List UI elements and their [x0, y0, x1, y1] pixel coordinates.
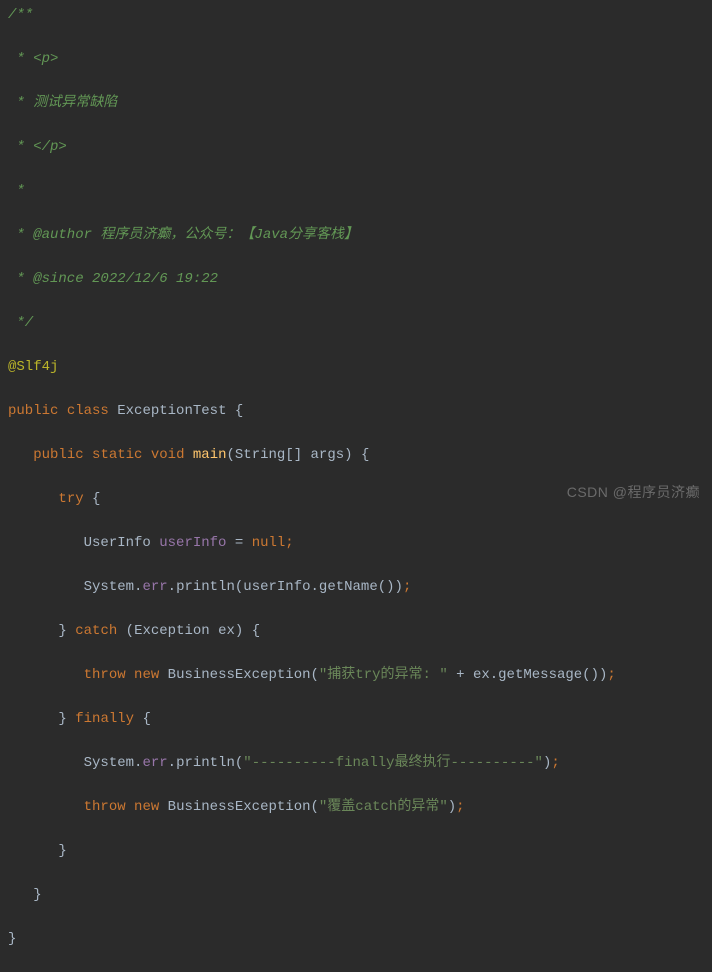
err-1: err: [142, 579, 167, 595]
ex-ref: ex: [473, 667, 490, 683]
annotation-slf4j: @Slf4j: [8, 359, 58, 375]
kw-null: null: [252, 535, 286, 551]
kw-try: try: [58, 491, 83, 507]
kw-catch: catch: [75, 623, 117, 639]
str-catch: "覆盖catch的异常": [319, 799, 448, 815]
kw-void: void: [151, 447, 185, 463]
kw-public-2: public: [33, 447, 83, 463]
javadoc-desc: * 测试异常缺陷: [8, 92, 704, 114]
getmessage: getMessage: [498, 667, 582, 683]
var-userinfo: userInfo: [159, 535, 226, 551]
userinfo-ref: userInfo: [243, 579, 310, 595]
kw-public: public: [8, 403, 58, 419]
err-2: err: [142, 755, 167, 771]
system-2: System: [84, 755, 134, 771]
javadoc-end: */: [8, 312, 704, 334]
println-1: println: [176, 579, 235, 595]
kw-static: static: [92, 447, 142, 463]
getname: getName: [319, 579, 378, 595]
kw-new-2: new: [134, 799, 159, 815]
javadoc-since: * @since 2022/12/6 19:22: [8, 268, 704, 290]
javadoc-start: /**: [8, 4, 704, 26]
kw-finally: finally: [75, 711, 134, 727]
kw-throw-1: throw: [84, 667, 126, 683]
javadoc-p-open: * <p>: [8, 48, 704, 70]
biz-exc-2: BusinessException: [168, 799, 311, 815]
class-name: ExceptionTest: [117, 403, 226, 419]
biz-exc-1: BusinessException: [168, 667, 311, 683]
type-userinfo: UserInfo: [84, 535, 151, 551]
type-string-arr: String[]: [235, 447, 302, 463]
println-2: println: [176, 755, 235, 771]
kw-new-1: new: [134, 667, 159, 683]
kw-class: class: [67, 403, 109, 419]
kw-throw-2: throw: [84, 799, 126, 815]
var-ex: ex: [218, 623, 235, 639]
plus: +: [448, 667, 473, 683]
system-1: System: [84, 579, 134, 595]
param-args: args: [311, 447, 345, 463]
str-try: "捕获try的异常: ": [319, 667, 448, 683]
javadoc-author: * @author 程序员济癫，公众号：【Java分享客栈】: [8, 224, 704, 246]
type-exception: Exception: [134, 623, 210, 639]
javadoc-blank: *: [8, 180, 704, 202]
method-main: main: [193, 447, 227, 463]
javadoc-p-close: * </p>: [8, 136, 704, 158]
watermark: CSDN @程序员济癫: [567, 481, 700, 503]
str-finally: "----------finally最终执行----------": [243, 755, 543, 771]
